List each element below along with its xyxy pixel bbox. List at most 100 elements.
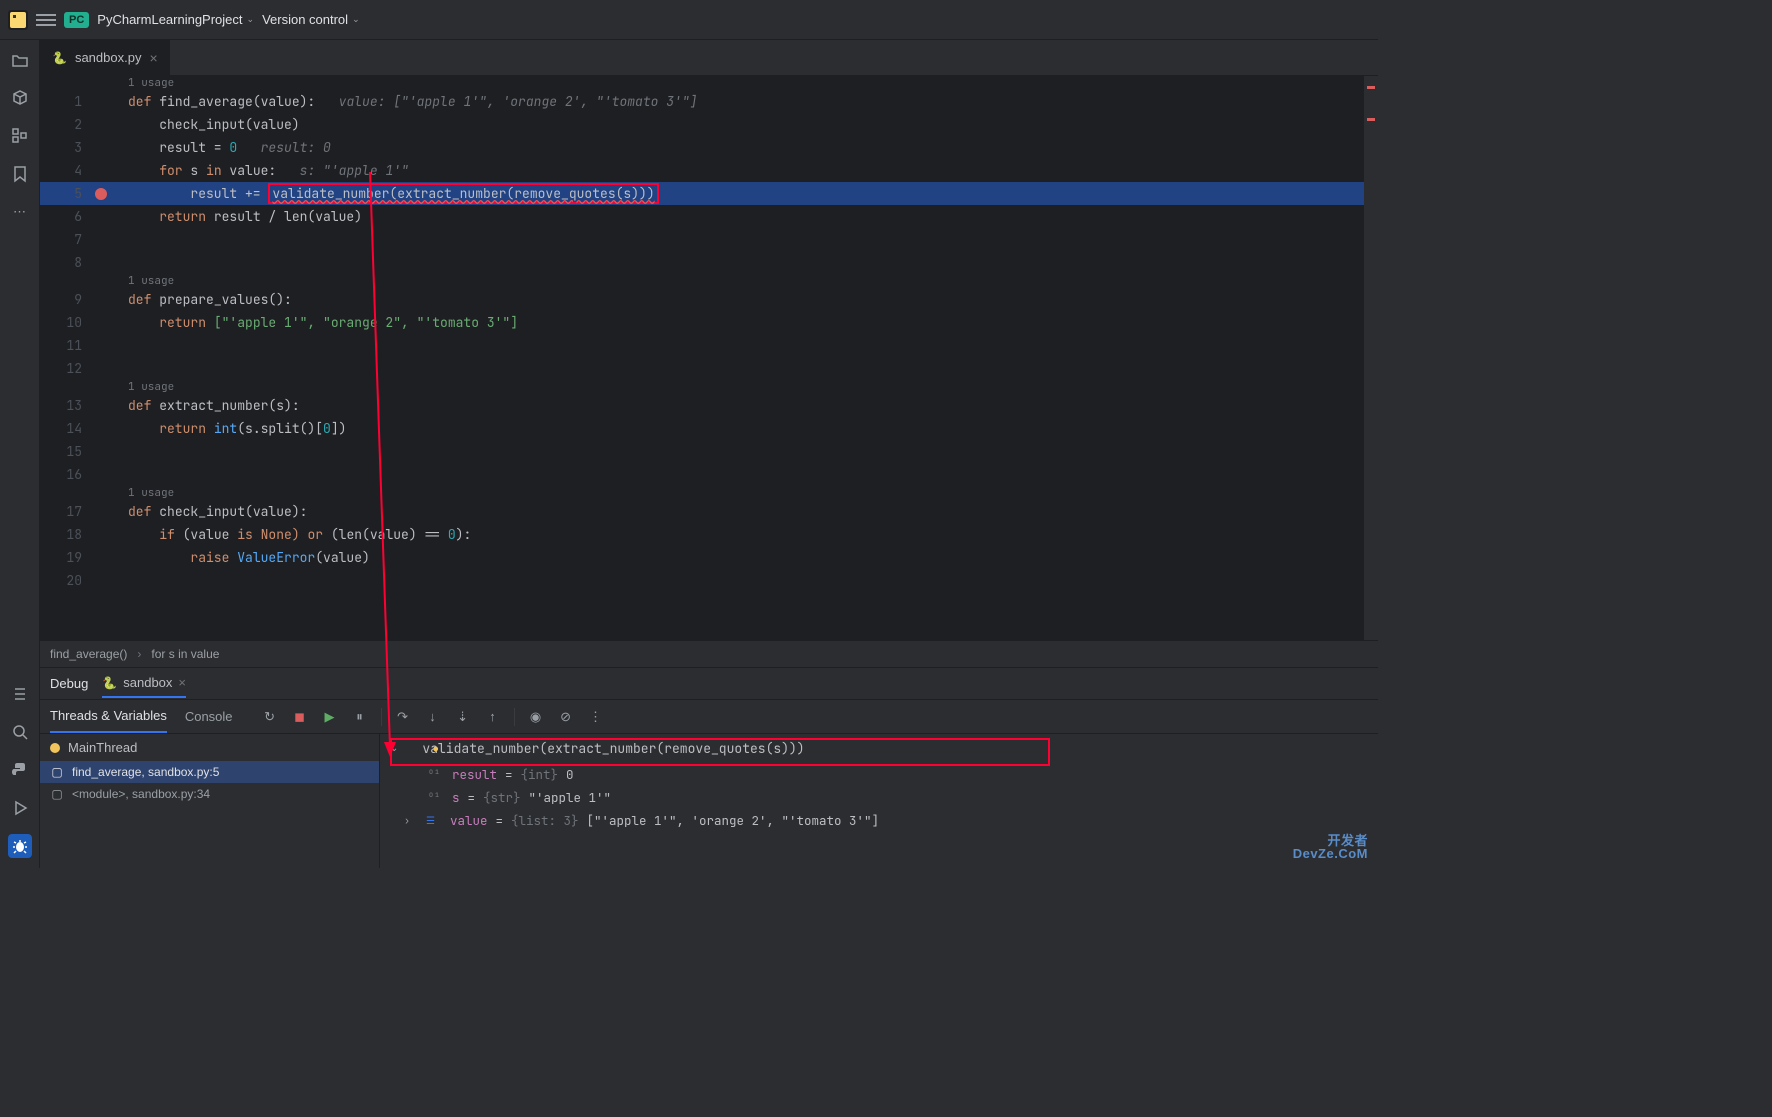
debug-body: MainThread ▢ find_average, sandbox.py:5 … [40, 734, 1378, 868]
line-number: 15 [40, 443, 88, 460]
usage-hint: 1 usage [40, 76, 1378, 90]
highlighted-expression: validate_number(extract_number(remove_qu… [268, 183, 658, 204]
project-badge: PC [64, 12, 89, 28]
frame-label: <module>, sandbox.py:34 [72, 787, 210, 801]
line-number: 4 [40, 162, 88, 179]
tab-filename: sandbox.py [75, 50, 142, 65]
close-icon[interactable]: × [178, 675, 186, 690]
debug-config-label: sandbox [123, 675, 172, 690]
debug-icon[interactable] [8, 834, 32, 858]
breadcrumb-item[interactable]: find_average() [50, 647, 127, 661]
var-type-icon: ⁰¹ [428, 768, 444, 781]
search-icon[interactable] [8, 720, 32, 744]
debug-config-tab[interactable]: 🐍 sandbox × [102, 675, 186, 698]
line-number: 6 [40, 208, 88, 225]
var-value: 0 [566, 766, 574, 783]
breadcrumb-item[interactable]: for s in value [151, 647, 219, 661]
hamburger-icon[interactable] [36, 10, 56, 30]
watermark: 开发者 DevZe.CoM [1293, 834, 1368, 860]
variable-row[interactable]: ⁰¹ result = {int} 0 [380, 763, 1378, 786]
code-line: 19 raise ValueError(value) [40, 546, 1378, 569]
var-name: value [450, 812, 488, 829]
view-breakpoints-icon[interactable]: ◉ [527, 708, 545, 726]
line-number: 19 [40, 549, 88, 566]
folder-icon[interactable] [8, 48, 32, 72]
line-number: 16 [40, 466, 88, 483]
structure-icon[interactable] [8, 124, 32, 148]
python-file-icon: 🐍 [52, 51, 67, 65]
code-line: 12 [40, 357, 1378, 380]
line-number: 10 [40, 314, 88, 331]
code-line: 20 [40, 569, 1378, 592]
usage-hint: 1 usage [40, 274, 1378, 288]
mute-breakpoints-icon[interactable]: ⊘ [557, 708, 575, 726]
line-number: 11 [40, 337, 88, 354]
var-value: ["'apple 1'", 'orange 2', "'tomato 3'"] [587, 812, 880, 829]
step-over-icon[interactable]: ↷ [394, 708, 412, 726]
chevron-down-icon[interactable]: ⌄ [390, 743, 398, 754]
expand-icon[interactable]: › [404, 814, 418, 827]
list-icon[interactable] [8, 682, 32, 706]
evaluate-expression-input[interactable] [422, 740, 1368, 757]
chevron-down-icon: ⌄ [352, 14, 360, 25]
code-line: 10 return ["'apple 1'", "orange 2", "'to… [40, 311, 1378, 334]
bookmark-icon[interactable] [8, 162, 32, 186]
tab-close-icon[interactable]: × [149, 50, 157, 66]
thread-name: MainThread [68, 740, 137, 755]
stop-icon[interactable]: ◼ [291, 708, 309, 726]
thread-row[interactable]: MainThread [40, 734, 379, 761]
stack-frame[interactable]: ▢ find_average, sandbox.py:5 [40, 761, 379, 783]
cube-icon[interactable] [8, 86, 32, 110]
step-into-my-icon[interactable]: ⇣ [454, 708, 472, 726]
evaluate-expression-row: ⌄ ● [380, 734, 1378, 763]
stack-frame[interactable]: ▢ <module>, sandbox.py:34 [40, 783, 379, 805]
variable-row[interactable]: › ☰ value = {list: 3} ["'apple 1'", 'ora… [380, 809, 1378, 832]
python-console-icon[interactable] [8, 758, 32, 782]
top-bar: PC PyCharmLearningProject ⌄ Version cont… [0, 0, 1378, 40]
more-icon[interactable]: ⋯ [8, 200, 32, 224]
var-type-icon: ⁰¹ [428, 791, 444, 804]
code-line: 17def check_input(value): [40, 500, 1378, 523]
resume-icon[interactable]: ▶ [321, 708, 339, 726]
code-line-current: 5 result += validate_number(extract_numb… [40, 182, 1378, 205]
step-into-icon[interactable]: ↓ [424, 708, 442, 726]
var-name: s [452, 789, 460, 806]
var-type: {str} [483, 789, 521, 806]
variables-column: ⌄ ● ⁰¹ result = {int} 0 ⁰¹ s = {str} "'a… [380, 734, 1378, 868]
error-marker[interactable] [1367, 118, 1375, 121]
variable-row[interactable]: ⁰¹ s = {str} "'apple 1'" [380, 786, 1378, 809]
usage-hint: 1 usage [40, 486, 1378, 500]
version-control-label: Version control [262, 12, 348, 27]
line-number: 7 [40, 231, 88, 248]
tab-console[interactable]: Console [185, 701, 233, 732]
tab-threads-variables[interactable]: Threads & Variables [50, 700, 167, 733]
var-type-icon: ☰ [426, 814, 442, 827]
step-out-icon[interactable]: ↑ [484, 708, 502, 726]
tab-bar: 🐍 sandbox.py × [40, 40, 1378, 76]
lightbulb-icon[interactable]: ● [432, 743, 439, 755]
line-number: 20 [40, 572, 88, 589]
editor-scrollbar[interactable] [1364, 76, 1378, 646]
line-number: 13 [40, 397, 88, 414]
version-control-dropdown[interactable]: Version control ⌄ [262, 12, 360, 27]
file-tab-sandbox[interactable]: 🐍 sandbox.py × [40, 40, 171, 75]
code-line: 11 [40, 334, 1378, 357]
pause-icon[interactable]: ⏸ [351, 708, 369, 726]
error-marker[interactable] [1367, 86, 1375, 89]
frame-icon: ▢ [50, 765, 64, 779]
line-number: 9 [40, 291, 88, 308]
code-line: 7 [40, 228, 1378, 251]
run-icon[interactable] [8, 796, 32, 820]
code-line: 13def extract_number(s): [40, 394, 1378, 417]
more-actions-icon[interactable]: ⋮ [587, 708, 605, 726]
code-line: 2 check_input(value) [40, 113, 1378, 136]
editor[interactable]: 1 usage 1def find_average(value): value:… [40, 76, 1378, 646]
rerun-icon[interactable]: ↻ [261, 708, 279, 726]
project-name-dropdown[interactable]: PyCharmLearningProject ⌄ [97, 12, 254, 27]
code-line: 18 if (value is None) or (len(value) == … [40, 523, 1378, 546]
debug-panel: Debug 🐍 sandbox × Threads & Variables Co… [40, 668, 1378, 868]
line-number: 3 [40, 139, 88, 156]
debug-header: Debug 🐍 sandbox × [40, 668, 1378, 700]
line-number: 17 [40, 503, 88, 520]
breakpoint-icon[interactable] [95, 188, 107, 200]
